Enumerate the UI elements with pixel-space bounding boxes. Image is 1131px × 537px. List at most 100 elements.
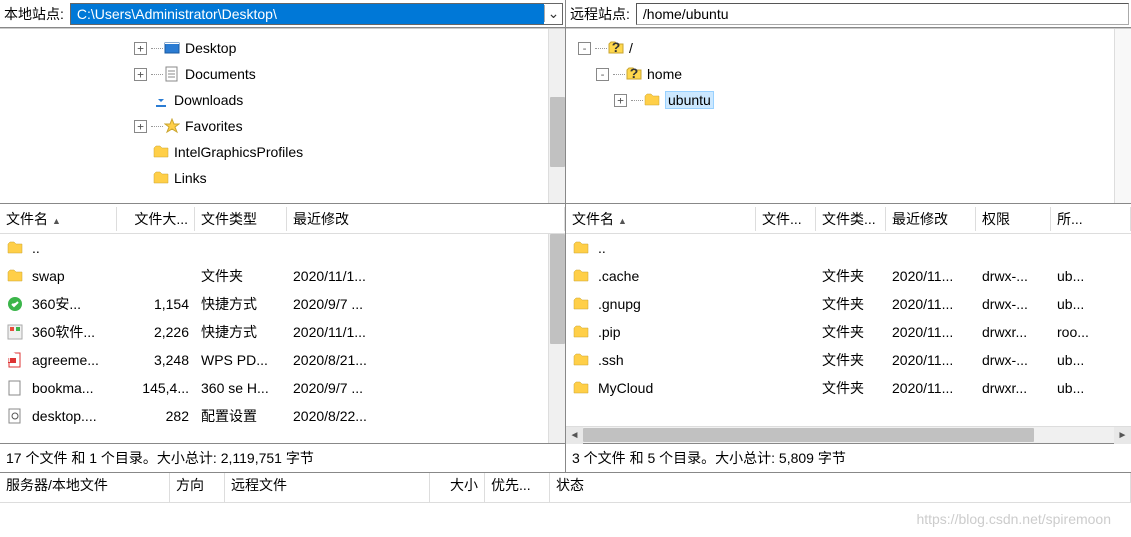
tree-item[interactable]: - home — [570, 61, 1110, 87]
local-file-list: 文件名▲ 文件大... 文件类型 最近修改 ..swap文件夹2020/11/1… — [0, 204, 566, 443]
folder-icon — [152, 143, 170, 161]
tree-item[interactable]: IntelGraphicsProfiles — [4, 139, 544, 165]
scroll-right-icon[interactable]: ► — [1114, 427, 1131, 444]
table-row[interactable]: 360软件...2,226快捷方式2020/11/1... — [0, 318, 548, 346]
table-row[interactable]: .cache文件夹2020/11...drwx-...ub... — [566, 262, 1131, 290]
remote-list-body[interactable]: ...cache文件夹2020/11...drwx-...ub....gnupg… — [566, 234, 1131, 426]
app-green-icon — [6, 295, 24, 313]
ini-icon — [6, 407, 24, 425]
folder-icon — [572, 267, 590, 285]
remote-file-list: 文件名▲ 文件... 文件类... 最近修改 权限 所... ...cache文… — [566, 204, 1131, 443]
expand-toggle[interactable]: + — [134, 42, 147, 55]
sort-asc-icon: ▲ — [618, 216, 627, 226]
tree-label: Desktop — [185, 40, 236, 56]
q-col-dir[interactable]: 方向 — [170, 473, 225, 502]
col-size[interactable]: 文件大... — [117, 207, 195, 231]
table-row[interactable]: .gnupg文件夹2020/11...drwx-...ub... — [566, 290, 1131, 318]
tree-label: Documents — [185, 66, 256, 82]
table-row[interactable]: 360安...1,154快捷方式2020/9/7 ... — [0, 290, 548, 318]
tree-item[interactable]: + Desktop — [4, 35, 544, 61]
table-row[interactable]: MyCloud文件夹2020/11...drwxr...ub... — [566, 374, 1131, 402]
folder-icon — [572, 323, 590, 341]
remote-status: 3 个文件 和 5 个目录。大小总计: 5,809 字节 — [566, 444, 1131, 472]
local-path-combo[interactable]: ⌄ — [70, 3, 563, 25]
col-type[interactable]: 文件类... — [816, 207, 886, 231]
local-tree-body[interactable]: + Desktop + Documents Downloads + Favorites Int… — [0, 29, 548, 203]
table-row[interactable]: .ssh文件夹2020/11...drwx-...ub... — [566, 346, 1131, 374]
folder-icon — [572, 379, 590, 397]
local-status: 17 个文件 和 1 个目录。大小总计: 2,119,751 字节 — [0, 444, 566, 472]
folder-icon — [6, 267, 24, 285]
local-tree-scrollbar[interactable] — [548, 29, 565, 203]
remote-tree: -/-home+ubuntu — [566, 28, 1131, 203]
tree-label: home — [647, 66, 682, 82]
remote-tree-scrollbar[interactable] — [1114, 29, 1131, 203]
download-icon — [152, 91, 170, 109]
remote-list-hscroll[interactable]: ◄ ► — [566, 426, 1131, 443]
remote-pane: 远程站点: /home/ubuntu -/-home+ubuntu — [566, 0, 1131, 203]
remote-site-label: 远程站点: — [566, 2, 634, 26]
local-path-dropdown-icon[interactable]: ⌄ — [544, 5, 562, 22]
expand-toggle[interactable]: - — [596, 68, 609, 81]
col-size[interactable]: 文件... — [756, 207, 816, 231]
expand-toggle[interactable]: + — [614, 94, 627, 107]
q-col-remote[interactable]: 远程文件 — [225, 473, 430, 502]
q-col-status[interactable]: 状态 — [550, 473, 1131, 502]
q-col-size[interactable]: 大小 — [430, 473, 485, 502]
tree-label: Favorites — [185, 118, 243, 134]
expand-toggle[interactable]: - — [578, 42, 591, 55]
tree-label: Links — [174, 170, 207, 186]
local-path-input[interactable] — [71, 4, 544, 24]
status-bars: 17 个文件 和 1 个目录。大小总计: 2,119,751 字节 3 个文件 … — [0, 444, 1131, 473]
col-name[interactable]: 文件名▲ — [566, 207, 756, 231]
col-modified[interactable]: 最近修改 — [886, 207, 976, 231]
q-col-prio[interactable]: 优先... — [485, 473, 550, 502]
pdf-icon — [6, 351, 24, 369]
remote-tree-body[interactable]: -/-home+ubuntu — [566, 29, 1114, 203]
col-name[interactable]: 文件名▲ — [0, 207, 117, 231]
local-address-bar: 本地站点: ⌄ — [0, 0, 565, 28]
local-list-scrollbar[interactable] — [548, 234, 565, 443]
tree-item[interactable]: -/ — [570, 35, 1110, 61]
expand-toggle[interactable]: + — [134, 120, 147, 133]
local-column-headers: 文件名▲ 文件大... 文件类型 最近修改 — [0, 204, 565, 234]
remote-column-headers: 文件名▲ 文件... 文件类... 最近修改 权限 所... — [566, 204, 1131, 234]
table-row[interactable]: .pip文件夹2020/11...drwxr...roo... — [566, 318, 1131, 346]
tree-label: Downloads — [174, 92, 243, 108]
tree-label: IntelGraphicsProfiles — [174, 144, 303, 160]
remote-path-input[interactable]: /home/ubuntu — [636, 3, 1129, 25]
local-list-body[interactable]: ..swap文件夹2020/11/1...360安...1,154快捷方式202… — [0, 234, 548, 443]
col-modified[interactable]: 最近修改 — [287, 207, 565, 231]
watermark: https://blog.csdn.net/spiremoon — [916, 511, 1111, 527]
sort-asc-icon: ▲ — [52, 216, 61, 226]
file-icon — [6, 379, 24, 397]
expand-toggle[interactable]: + — [134, 68, 147, 81]
col-type[interactable]: 文件类型 — [195, 207, 287, 231]
table-row[interactable]: .. — [566, 234, 1131, 262]
table-row[interactable]: swap文件夹2020/11/1... — [0, 262, 548, 290]
local-tree: + Desktop + Documents Downloads + Favorites Int… — [0, 28, 565, 203]
table-row[interactable]: bookma...145,4...360 se H...2020/9/7 ... — [0, 374, 548, 402]
table-row[interactable]: agreeme...3,248WPS PD...2020/8/21... — [0, 346, 548, 374]
col-own[interactable]: 所... — [1051, 207, 1131, 231]
tree-item[interactable]: Links — [4, 165, 544, 191]
scroll-left-icon[interactable]: ◄ — [566, 427, 583, 444]
q-col-server[interactable]: 服务器/本地文件 — [0, 473, 170, 502]
folder-icon — [572, 295, 590, 313]
unknown-icon — [607, 39, 625, 57]
table-row[interactable]: .. — [0, 234, 548, 262]
tree-label: ubuntu — [665, 91, 714, 109]
folder-icon — [152, 169, 170, 187]
folder-blue-icon — [163, 39, 181, 57]
col-perm[interactable]: 权限 — [976, 207, 1051, 231]
tree-item[interactable]: + Favorites — [4, 113, 544, 139]
table-row[interactable]: desktop....282配置设置2020/8/22... — [0, 402, 548, 430]
fav-icon — [163, 117, 181, 135]
queue-body[interactable]: https://blog.csdn.net/spiremoon — [0, 503, 1131, 537]
local-site-label: 本地站点: — [0, 2, 68, 26]
tree-item[interactable]: Downloads — [4, 87, 544, 113]
file-lists: 文件名▲ 文件大... 文件类型 最近修改 ..swap文件夹2020/11/1… — [0, 204, 1131, 444]
folder-icon — [572, 351, 590, 369]
tree-item[interactable]: + Documents — [4, 61, 544, 87]
tree-item[interactable]: + ubuntu — [570, 87, 1110, 113]
